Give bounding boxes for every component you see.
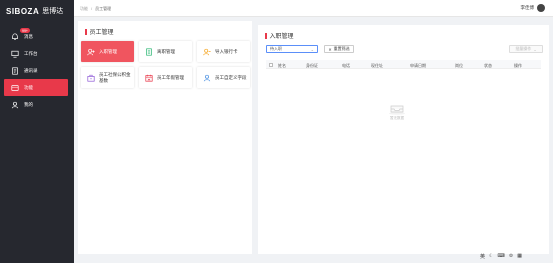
calendar-icon: [145, 74, 153, 82]
sidebar-item-label: 功能: [24, 84, 33, 90]
column-header[interactable]: 姓名: [278, 63, 286, 69]
card-label: 员工年假管理: [157, 74, 184, 80]
empty-state: 暂无数据: [388, 103, 406, 121]
logo-cn: 思博达: [42, 8, 64, 15]
card-import-bank-card[interactable]: 导入银行卡: [197, 41, 250, 62]
batch-operation-label: 批量操作: [515, 46, 532, 51]
reset-filter-label: 重置筛选: [333, 46, 350, 51]
panel-title: 入职管理: [265, 31, 294, 40]
user-name: 李佳博: [520, 5, 535, 10]
reset-filter-button[interactable]: ✕ 重置筛选: [324, 45, 354, 53]
sidebar-item-messages[interactable]: 99+ 消息: [4, 28, 68, 45]
top-bar: 功能 / 员工管理 李佳博: [74, 0, 553, 17]
logo-text: SIBOZA: [6, 6, 40, 16]
contacts-icon: [10, 66, 19, 75]
sidebar-item-label: 消息: [24, 33, 33, 39]
user-icon: [10, 100, 19, 109]
breadcrumb-separator: /: [91, 6, 93, 11]
sidebar-item-mine[interactable]: 我的: [4, 96, 68, 113]
status-select[interactable]: 待入职 ⌄: [266, 45, 318, 53]
column-header[interactable]: 身份证: [306, 63, 318, 69]
column-header[interactable]: 申请日期: [410, 63, 426, 69]
batch-operation-button[interactable]: 批量操作 ⌄: [509, 45, 543, 53]
message-badge: 99+: [20, 28, 30, 33]
logo: SIBOZA 思博达: [6, 5, 63, 17]
breadcrumb: 功能 / 员工管理: [80, 6, 111, 12]
empty-text: 暂无数据: [390, 116, 404, 120]
sidebar-item-workbench[interactable]: 工作台: [4, 45, 68, 62]
card-label: 离职管理: [157, 48, 175, 54]
user-import-icon: [203, 48, 211, 56]
card-social-security[interactable]: 员工社保公积金基数: [81, 67, 134, 88]
user-menu[interactable]: 李佳博: [520, 4, 545, 12]
card-custom-fields[interactable]: 员工自定义字段: [197, 67, 250, 88]
card-annual-leave[interactable]: 员工年假管理: [139, 67, 192, 88]
shirt-icon[interactable]: ♔: [509, 253, 513, 260]
column-header[interactable]: 岗位: [455, 63, 463, 69]
user-add-icon: [87, 48, 95, 56]
sidebar-item-contacts[interactable]: 通讯录: [4, 62, 68, 79]
breadcrumb-root[interactable]: 功能: [80, 6, 88, 12]
sidebar-item-label: 我的: [24, 101, 33, 107]
column-header[interactable]: 操作: [514, 63, 522, 69]
bell-icon: 99+: [10, 28, 30, 41]
column-header[interactable]: 现住址: [371, 63, 383, 69]
input-language-indicator[interactable]: 英: [480, 253, 485, 260]
sidebar-item-functions[interactable]: 功能: [4, 79, 68, 96]
inbox-icon: [388, 103, 406, 116]
panel-title: 员工管理: [85, 27, 114, 36]
column-header[interactable]: 状态: [484, 63, 492, 69]
function-icon: [10, 83, 19, 92]
onboarding-panel: 入职管理 待入职 ⌄ ✕ 重置筛选 批量操作 ⌄ 姓名 身份证 电话 现住址 申…: [258, 25, 549, 254]
system-tray: 英 ☾ ⌨ ♔ ▦: [480, 253, 522, 260]
card-label: 导入银行卡: [215, 48, 238, 54]
card-onboarding[interactable]: 入职管理: [81, 41, 134, 62]
sidebar-item-label: 工作台: [24, 50, 38, 56]
close-icon: ✕: [328, 46, 332, 52]
status-select-value: 待入职: [270, 46, 282, 51]
document-icon: [145, 47, 153, 56]
employee-management-panel: 员工管理 入职管理 离职管理 导入银行卡 员工社保公积金基数 员工年假管理 员工…: [78, 21, 252, 254]
breadcrumb-current: 员工管理: [95, 6, 112, 11]
chevron-down-icon: ⌄: [533, 46, 537, 52]
monitor-icon: [10, 49, 19, 58]
avatar: [537, 4, 545, 12]
card-label: 员工自定义字段: [215, 74, 247, 80]
card-resignation[interactable]: 离职管理: [139, 41, 192, 62]
keyboard-icon[interactable]: ⌨: [498, 253, 505, 260]
briefcase-icon: [87, 74, 95, 82]
user-icon: [203, 74, 211, 82]
table-header: 姓名 身份证 电话 现住址 申请日期 岗位 状态 操作: [266, 60, 541, 69]
card-label: 员工社保公积金基数: [99, 71, 131, 83]
grid-icon[interactable]: ▦: [517, 253, 522, 260]
column-header[interactable]: 电话: [342, 63, 350, 69]
sidebar: SIBOZA 思博达 99+ 消息 工作台 通讯录 功能 我的: [0, 0, 74, 263]
chevron-down-icon: ⌄: [310, 47, 314, 52]
moon-icon[interactable]: ☾: [489, 253, 493, 260]
select-all-checkbox[interactable]: [269, 62, 273, 67]
card-label: 入职管理: [99, 48, 117, 54]
sidebar-item-label: 通讯录: [24, 67, 38, 73]
